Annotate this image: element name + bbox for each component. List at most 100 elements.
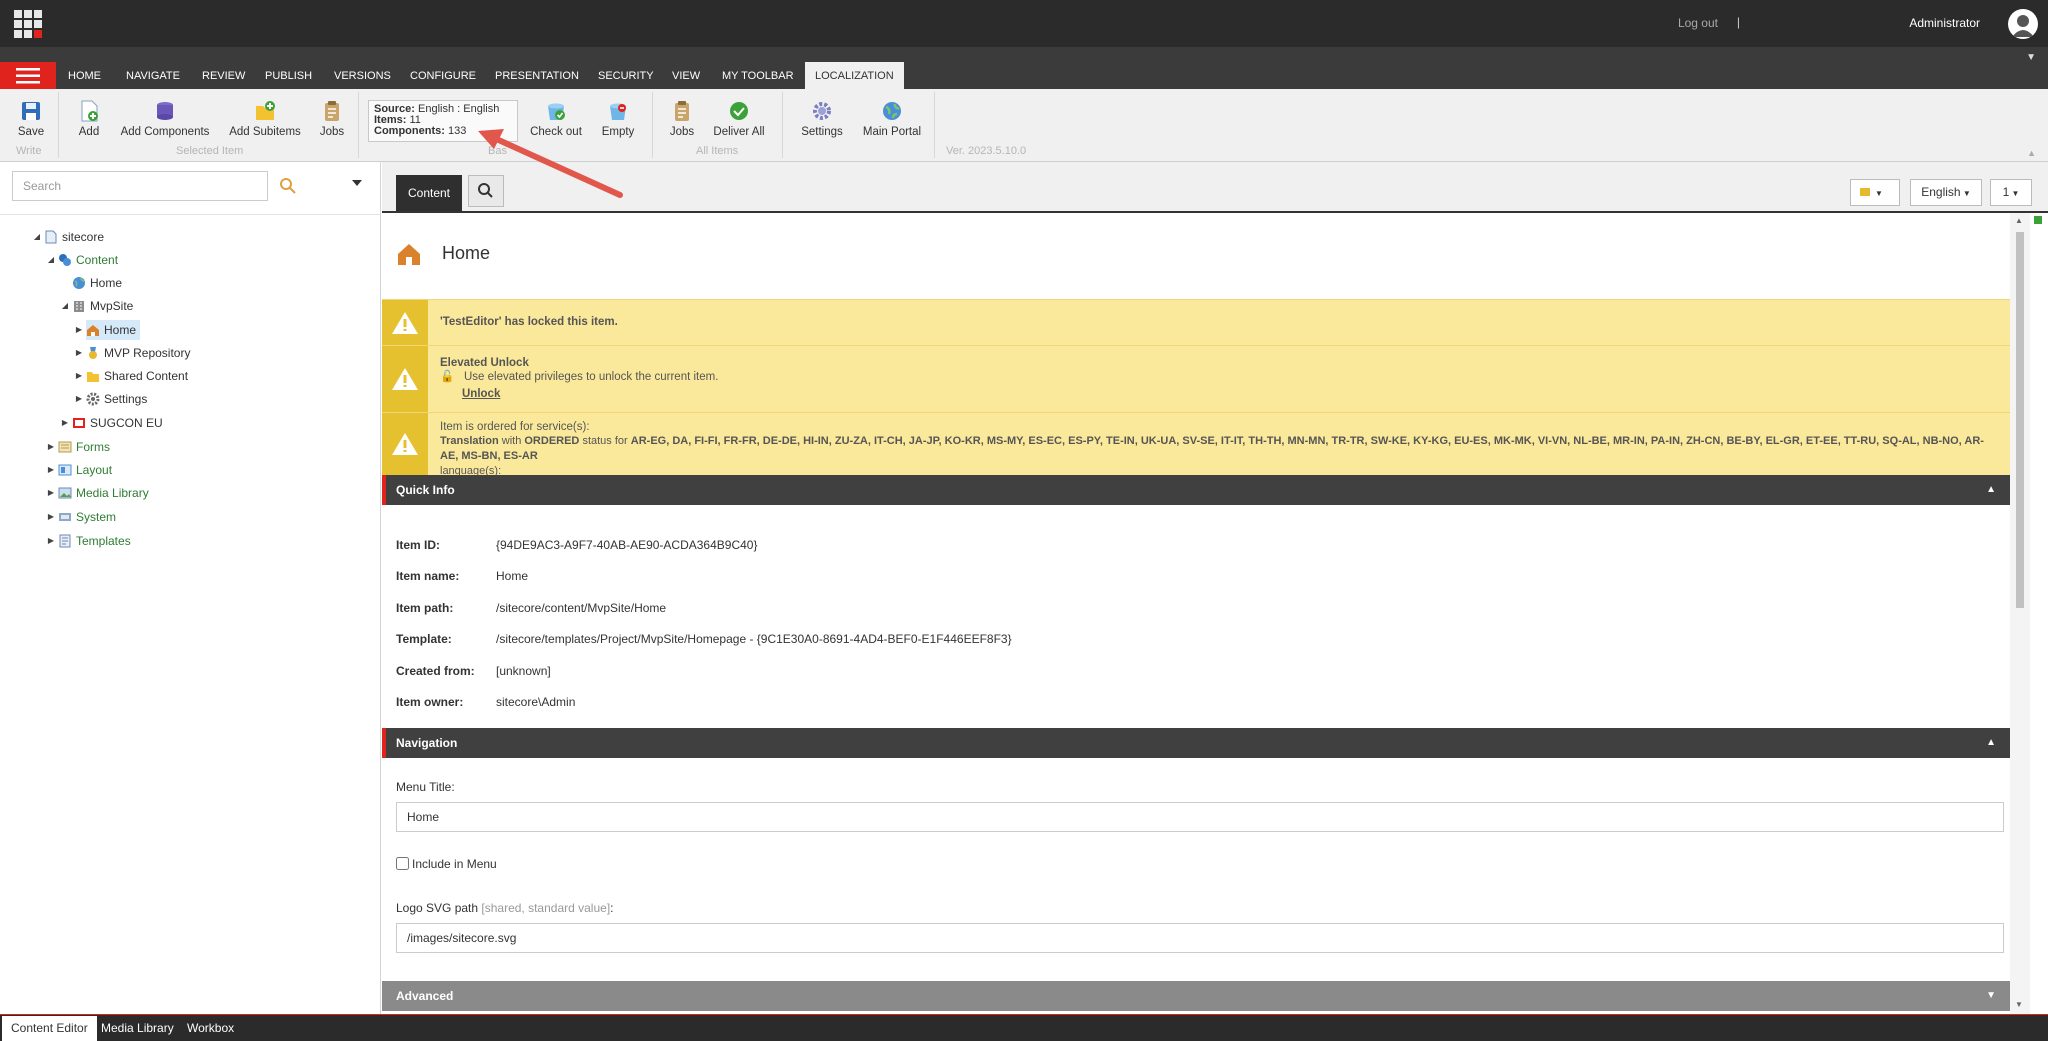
collapse-toggle-icon[interactable]: ◢ [32,227,42,247]
item-name-label: Item name: [396,569,460,583]
expand-toggle-icon[interactable]: ▶ [74,343,84,363]
scroll-up-icon[interactable]: ▲ [2015,216,2023,225]
expand-toggle-icon[interactable]: ▶ [60,413,70,433]
tree-node-templates[interactable]: ▶ Templates [48,531,131,551]
medal-icon [89,347,97,359]
building-icon [74,301,84,312]
unlock-link[interactable]: Unlock [462,387,500,402]
add-button[interactable]: Add [76,100,102,138]
warning-icon [382,413,428,475]
tab-my-toolbar[interactable]: MY TOOLBAR [712,62,804,89]
chevron-up-icon[interactable]: ▲ [1986,475,1996,505]
tree-node-system[interactable]: ▶ System [48,507,117,527]
tree-node-shared-content[interactable]: ▶ Shared Content [76,366,189,386]
deliver-all-button[interactable]: Deliver All [712,100,766,138]
username[interactable]: Administrator [1909,16,1980,30]
logo-path-input[interactable] [396,923,2004,953]
tab-localization[interactable]: LOCALIZATION [805,62,904,89]
expand-toggle-icon[interactable]: ▶ [74,320,84,340]
expand-toggle-icon[interactable]: ▶ [46,531,56,551]
globe-icon [73,277,85,289]
advanced-header[interactable]: Advanced ▼ [382,981,2010,1011]
quick-info-header[interactable]: Quick Info ▲ [382,475,2010,505]
scroll-down-icon[interactable]: ▼ [2015,1000,2023,1009]
collapse-toggle-icon[interactable]: ◢ [60,296,70,316]
menu-title-input[interactable] [396,802,2004,832]
language-value: English [1921,185,1961,199]
locked-text: 'TestEditor' has locked this item. [440,316,618,328]
template-value[interactable]: /sitecore/templates/Project/MvpSite/Home… [496,632,1012,646]
lock-icon: 🔓 [440,371,455,383]
bottom-tab-content-editor[interactable]: Content Editor [2,1016,97,1041]
database-selector[interactable]: ▼ [1850,179,1900,206]
collapse-toggle-icon[interactable]: ◢ [46,250,56,270]
expand-toggle-icon[interactable]: ▶ [46,507,56,527]
scrollbar-thumb[interactable] [2016,232,2024,608]
ordered-status-for: status for [582,435,628,447]
add-components-button[interactable]: Add Components [120,100,210,138]
settings-button[interactable]: Settings [800,100,844,138]
ordered-languages: AR-EG, DA, FI-FI, FR-FR, DE-DE, HI-IN, Z… [440,435,1984,462]
tree-node-mvpsite[interactable]: ◢ MvpSite [62,296,133,316]
navigation-header[interactable]: Navigation ▲ [382,728,2010,758]
tab-view[interactable]: VIEW [662,62,710,89]
language-selector[interactable]: English ▼ [1910,179,1982,206]
tree-node-sitecore[interactable]: ◢ sitecore [34,227,104,247]
quick-info-title: Quick Info [396,483,455,497]
tree-node-settings[interactable]: ▶ Settings [76,389,147,409]
settings-label: Settings [801,126,843,138]
tab-configure[interactable]: CONFIGURE [400,62,486,89]
tab-home[interactable]: HOME [58,62,111,89]
menu-icon[interactable] [0,62,56,89]
tree-node-home[interactable]: Home [72,273,122,293]
bottom-tab-media-library[interactable]: Media Library [92,1016,183,1041]
tree-node-mvp-repository[interactable]: ▶ MVP Repository [76,343,191,363]
avatar[interactable] [2008,9,2038,39]
main-portal-button[interactable]: Main Portal [862,100,922,138]
tab-versions[interactable]: VERSIONS [324,62,401,89]
deliver-all-icon [730,102,748,120]
tree-node-content[interactable]: ◢ Content [48,250,118,270]
ribbon-divider [652,92,653,158]
tree-node-media-library[interactable]: ▶ Media Library [48,483,149,503]
tab-presentation[interactable]: PRESENTATION [485,62,589,89]
ribbon-collapse-icon[interactable]: ▲ [2027,148,2036,158]
bottom-tab-workbox[interactable]: Workbox [178,1016,243,1041]
divider [0,214,381,215]
chevron-up-icon[interactable]: ▲ [1986,728,1996,758]
chevron-down-icon[interactable]: ▼ [1986,981,1996,1011]
tab-content[interactable]: Content [396,175,462,211]
add-subitems-button[interactable]: Add Subitems [228,100,302,138]
tab-security[interactable]: SECURITY [588,62,664,89]
search-input[interactable] [12,171,268,201]
search-icon[interactable] [278,176,298,196]
include-in-menu-checkbox[interactable] [396,857,409,870]
save-button[interactable]: Save [14,100,48,138]
expand-toggle-icon[interactable]: ▶ [46,483,56,503]
logout-link[interactable]: Log out [1678,16,1718,30]
tree-node-layout[interactable]: ▶ Layout [48,460,112,480]
item-owner-label: Item owner: [396,695,464,709]
tab-review[interactable]: REVIEW [192,62,255,89]
ribbon-divider [934,92,935,158]
tree-node-home-selected[interactable]: ▶ Home [76,320,141,340]
tab-publish[interactable]: PUBLISH [255,62,322,89]
jobs-all-button[interactable]: Jobs [668,100,696,138]
deliver-all-label: Deliver All [713,126,765,138]
version-label: Ver. 2023.5.10.0 [946,145,1027,157]
version-selector[interactable]: 1 ▼ [1990,179,2032,206]
ribbon-dropdown-icon[interactable]: ▼ [2026,52,2036,63]
tree-node-forms[interactable]: ▶ Forms [48,437,110,457]
advanced-title: Advanced [396,989,454,1003]
expand-toggle-icon[interactable]: ▶ [46,437,56,457]
expand-toggle-icon[interactable]: ▶ [74,366,84,386]
tab-navigate[interactable]: NAVIGATE [116,62,190,89]
tree-label: Shared Content [104,369,189,383]
jobs-button[interactable]: Jobs [318,100,346,138]
tree-label: System [76,510,117,524]
expand-toggle-icon[interactable]: ▶ [46,460,56,480]
tree-node-sugcon-eu[interactable]: ▶ SUGCON EU [62,413,163,433]
search-options-dropdown-icon[interactable] [352,180,362,186]
expand-toggle-icon[interactable]: ▶ [74,389,84,409]
app-launcher-icon[interactable] [14,10,42,38]
